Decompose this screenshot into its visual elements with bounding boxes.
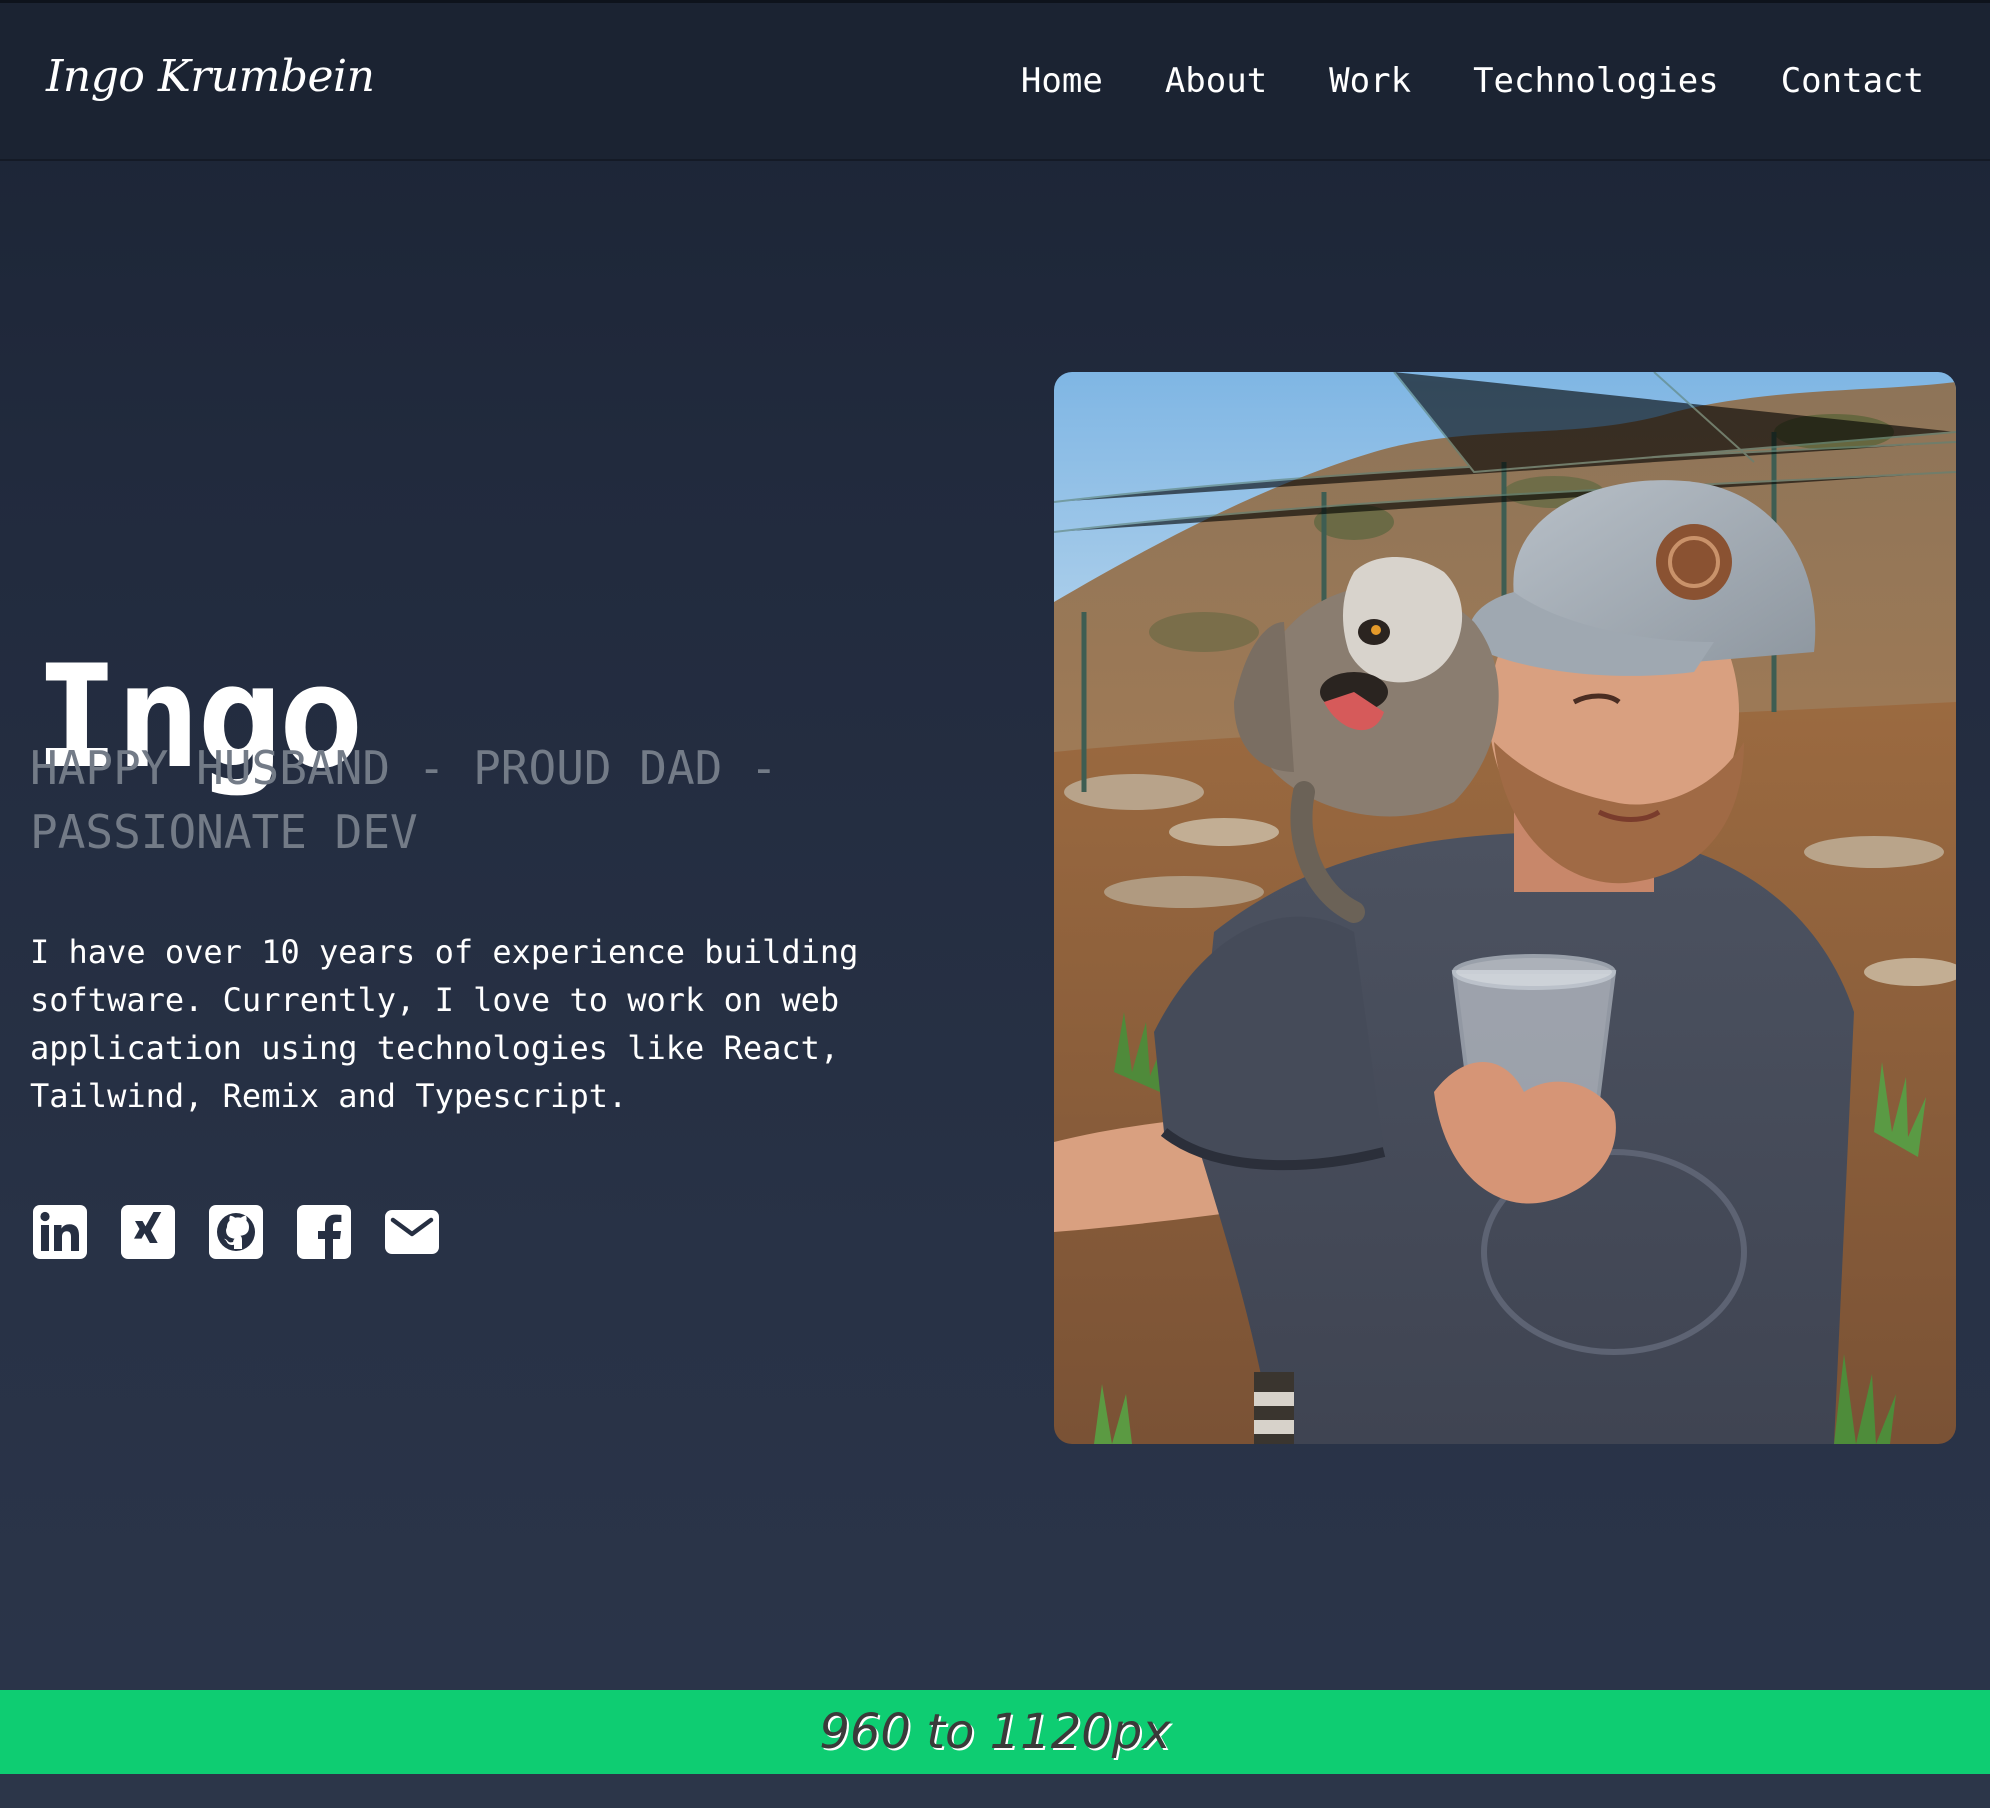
github-icon[interactable]: [208, 1204, 264, 1260]
hero-intro: I have over 10 years of experience build…: [30, 933, 859, 1115]
breakpoint-banner: 960 to 1120px: [0, 1690, 1990, 1774]
page: Ingo Krumbein Home About Work Technologi…: [0, 0, 1990, 1808]
main-nav: Home About Work Technologies Contact: [1021, 61, 1924, 101]
bottom-strip: [0, 1774, 1990, 1808]
nav-technologies[interactable]: Technologies: [1473, 61, 1719, 101]
nav-work[interactable]: Work: [1329, 61, 1411, 101]
nav-home[interactable]: Home: [1021, 61, 1103, 101]
xing-icon[interactable]: [120, 1204, 176, 1260]
breakpoint-label: 960 to 1120px: [819, 1704, 1171, 1760]
facebook-icon[interactable]: [296, 1204, 352, 1260]
site-header: Ingo Krumbein Home About Work Technologi…: [0, 0, 1990, 161]
nav-contact[interactable]: Contact: [1781, 61, 1924, 101]
social-links: [32, 1204, 440, 1260]
hero-tagline: HAPPY HUSBAND - PROUD DAD - PASSIONATE D…: [30, 741, 778, 859]
linkedin-icon[interactable]: [32, 1204, 88, 1260]
brand-logo[interactable]: Ingo Krumbein: [46, 51, 375, 102]
profile-photo: [1054, 372, 1956, 1444]
nav-about[interactable]: About: [1165, 61, 1267, 101]
mail-icon[interactable]: [384, 1204, 440, 1260]
